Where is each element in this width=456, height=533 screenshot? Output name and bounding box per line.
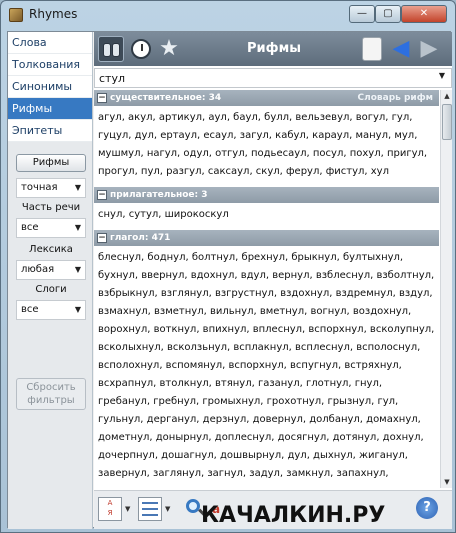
chevron-down-icon[interactable]: ▼ xyxy=(439,71,445,80)
help-icon[interactable]: ? xyxy=(416,497,438,519)
lexicon-label: Лексика xyxy=(29,244,73,255)
results-list: − существительное: 34 Словарь рифм агул,… xyxy=(94,90,439,488)
toolbar: ★ Рифмы ◀ ▶ xyxy=(94,32,452,66)
match-select[interactable]: точная ▼ xyxy=(16,178,86,198)
list-view-icon[interactable] xyxy=(138,497,162,521)
nav-item-epithets[interactable]: Эпитеты xyxy=(8,120,92,142)
history-clock-icon[interactable] xyxy=(128,36,154,62)
syllables-label: Слоги xyxy=(35,284,67,295)
filter-panel: Рифмы точная ▼ Часть речи все ▼ Лексика … xyxy=(8,142,93,529)
syllables-value: все xyxy=(21,304,39,315)
scroll-up-icon[interactable]: ▲ xyxy=(441,90,453,102)
client-area: Слова Толкования Синонимы Рифмы Эпитеты … xyxy=(7,31,452,529)
chevron-down-icon: ▼ xyxy=(74,265,81,274)
lexicon-value: любая xyxy=(21,264,55,275)
watermark: КАЧАЛКИН.РУ xyxy=(201,503,386,528)
collapse-icon[interactable]: − xyxy=(97,190,107,200)
match-select-value: точная xyxy=(21,182,58,193)
page-title: Рифмы xyxy=(247,41,301,56)
results-scrollbar[interactable]: ▲ ▼ xyxy=(440,90,452,488)
search-input[interactable] xyxy=(95,69,425,87)
document-icon[interactable] xyxy=(362,37,382,61)
collapse-icon[interactable]: − xyxy=(97,93,107,103)
reset-filters-button[interactable]: Сбросить фильтры xyxy=(16,378,86,410)
part-of-speech-select[interactable]: все ▼ xyxy=(16,218,86,238)
app-icon xyxy=(9,8,23,22)
chevron-down-icon: ▼ xyxy=(74,305,81,314)
section-words-adjectives: снул, сутул, широкоскул xyxy=(98,209,229,220)
search-combobox[interactable]: ▼ xyxy=(94,68,452,88)
nav-list: Слова Толкования Синонимы Рифмы Эпитеты xyxy=(8,32,93,142)
collapse-icon[interactable]: − xyxy=(97,233,107,243)
window-title: Rhymes xyxy=(29,7,78,21)
nav-item-definitions[interactable]: Толкования xyxy=(8,54,92,76)
syllables-select[interactable]: все ▼ xyxy=(16,300,86,320)
app-window: Rhymes — ▢ ✕ Слова Толкования Синонимы Р… xyxy=(0,0,456,533)
star-icon[interactable]: ★ xyxy=(156,36,182,62)
main-panel: ★ Рифмы ◀ ▶ ▼ − существительное: 34 Слов… xyxy=(94,32,452,529)
lexicon-select[interactable]: любая ▼ xyxy=(16,260,86,280)
minimize-button[interactable]: — xyxy=(349,5,375,23)
nav-item-words[interactable]: Слова xyxy=(8,32,92,54)
nav-item-rhymes[interactable]: Рифмы xyxy=(8,98,92,120)
section-words-verbs: блеснул, боднул, болтнул, брехнул, брыкн… xyxy=(98,252,435,488)
scroll-down-icon[interactable]: ▼ xyxy=(441,476,453,488)
section-title: существительное: 34 xyxy=(110,93,222,103)
chevron-down-icon[interactable]: ▼ xyxy=(125,505,130,513)
back-arrow-icon[interactable]: ◀ xyxy=(388,36,414,62)
rhyme-dictionary-link[interactable]: Словарь рифм xyxy=(358,90,433,106)
section-header-verbs[interactable]: − глагол: 471 xyxy=(94,230,439,246)
section-title: прилагательное: 3 xyxy=(110,190,208,200)
binoculars-icon[interactable] xyxy=(98,36,124,62)
sort-az-icon[interactable]: АЯ xyxy=(98,497,122,521)
nav-item-synonyms[interactable]: Синонимы xyxy=(8,76,92,98)
section-header-adjectives[interactable]: − прилагательное: 3 xyxy=(94,187,439,203)
chevron-down-icon[interactable]: ▼ xyxy=(165,505,170,513)
section-header-nouns[interactable]: − существительное: 34 Словарь рифм xyxy=(94,90,439,106)
close-button[interactable]: ✕ xyxy=(401,5,447,23)
part-of-speech-label: Часть речи xyxy=(21,202,81,213)
section-title: глагол: 471 xyxy=(110,233,171,243)
chevron-down-icon: ▼ xyxy=(74,223,81,232)
maximize-button[interactable]: ▢ xyxy=(375,5,401,23)
section-words-nouns: агул, акул, артикул, аул, баул, булл, ве… xyxy=(98,112,428,177)
title-bar[interactable]: Rhymes — ▢ ✕ xyxy=(1,1,455,29)
chevron-down-icon: ▼ xyxy=(74,183,81,192)
rhymes-button[interactable]: Рифмы xyxy=(16,154,86,172)
forward-arrow-icon[interactable]: ▶ xyxy=(416,36,442,62)
scrollbar-thumb[interactable] xyxy=(442,104,452,140)
part-of-speech-value: все xyxy=(21,222,39,233)
